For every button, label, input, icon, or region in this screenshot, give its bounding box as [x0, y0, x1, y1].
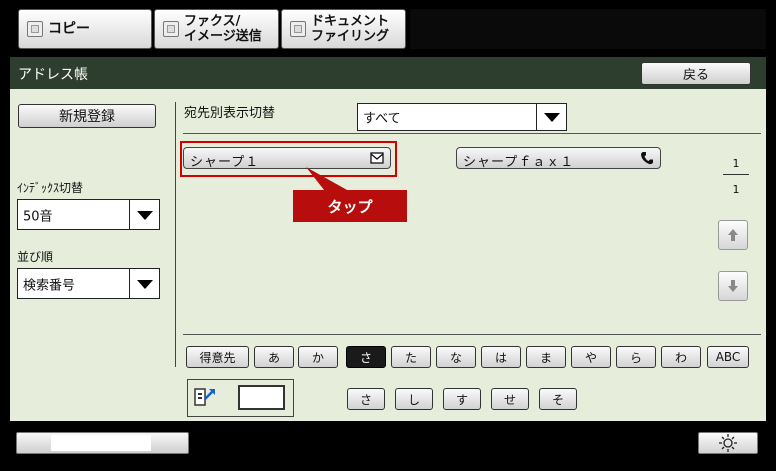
page-divider: [723, 174, 749, 175]
job-status-bar[interactable]: [16, 432, 189, 454]
index-key[interactable]: 得意先: [186, 346, 249, 368]
tap-callout: タップ: [293, 190, 407, 222]
index-key[interactable]: あ: [254, 346, 294, 368]
index-switch-value: 50音: [23, 209, 53, 224]
tab-document-filing[interactable]: ドキュメント ファイリング: [281, 9, 406, 49]
direct-address-icon[interactable]: [192, 385, 218, 409]
filter-value: すべて: [363, 111, 401, 127]
direct-entry-input[interactable]: [238, 385, 285, 410]
index-key[interactable]: わ: [661, 346, 701, 368]
list-top-divider: [183, 133, 761, 134]
document-filing-icon: [290, 21, 306, 37]
tab-copy[interactable]: コピー: [18, 9, 152, 49]
back-button[interactable]: 戻る: [641, 62, 751, 85]
empty-tab-area: [410, 9, 766, 49]
sub-index-key[interactable]: せ: [491, 388, 529, 410]
tab-fax-image-send[interactable]: ファクス/ イメージ送信: [154, 9, 279, 49]
page-current: 1: [732, 157, 740, 170]
sub-index-key[interactable]: さ: [347, 388, 385, 410]
title-bar: アドレス帳 戻る: [10, 57, 766, 89]
index-key[interactable]: た: [391, 346, 431, 368]
entry-name: シャープｆａｘ１: [463, 155, 575, 170]
tab-document-filing-label: ドキュメント ファイリング: [311, 14, 390, 44]
arrow-up-icon: [728, 229, 738, 241]
sidebar-divider: [175, 102, 176, 367]
phone-icon: [641, 152, 653, 165]
filter-label: 宛先別表示切替: [184, 106, 276, 121]
brightness-button[interactable]: [698, 432, 758, 454]
fax-icon: [163, 21, 179, 37]
tab-copy-label: コピー: [48, 20, 90, 37]
list-bottom-divider: [183, 334, 761, 335]
address-entry-sharp-fax1[interactable]: シャープｆａｘ１: [456, 147, 661, 170]
tap-highlight-frame: [180, 141, 397, 177]
index-key[interactable]: ABC: [707, 346, 749, 368]
index-key[interactable]: ら: [616, 346, 656, 368]
sub-index-key[interactable]: し: [395, 388, 433, 410]
sub-index-key[interactable]: す: [443, 388, 481, 410]
sun-icon: [719, 434, 737, 452]
touch-panel-screen: コピー ファクス/ イメージ送信 ドキュメント ファイリング アドレス帳 戻る …: [0, 0, 776, 471]
page-total: 1: [732, 183, 740, 196]
sort-order-select[interactable]: 検索番号: [17, 268, 160, 299]
job-status-display: [51, 435, 151, 451]
index-switch-label: ｲﾝﾃﾞｯｸｽ切替: [17, 181, 84, 195]
chevron-down-icon[interactable]: [129, 200, 159, 229]
chevron-down-icon[interactable]: [129, 269, 159, 298]
new-registration-button[interactable]: 新規登録: [18, 104, 156, 128]
copy-icon: [27, 21, 43, 37]
sort-order-label: 並び順: [17, 250, 54, 264]
index-key[interactable]: さ: [346, 346, 386, 368]
index-key[interactable]: は: [481, 346, 521, 368]
chevron-down-icon[interactable]: [536, 104, 566, 130]
index-key[interactable]: や: [571, 346, 611, 368]
sub-index-key[interactable]: そ: [539, 388, 577, 410]
scroll-up-button[interactable]: [718, 220, 748, 250]
arrow-down-icon: [728, 280, 738, 292]
scroll-down-button[interactable]: [718, 271, 748, 301]
address-book-panel: アドレス帳 戻る 新規登録 ｲﾝﾃﾞｯｸｽ切替 50音 並び順 検索番号 宛先別…: [10, 57, 766, 421]
filter-select[interactable]: すべて: [357, 103, 567, 131]
page-title: アドレス帳: [18, 67, 88, 83]
index-key[interactable]: か: [298, 346, 338, 368]
index-key[interactable]: ま: [526, 346, 566, 368]
tab-fax-label: ファクス/ イメージ送信: [184, 14, 262, 44]
sort-order-value: 検索番号: [23, 278, 76, 293]
index-key[interactable]: な: [436, 346, 476, 368]
index-switch-select[interactable]: 50音: [17, 199, 160, 230]
